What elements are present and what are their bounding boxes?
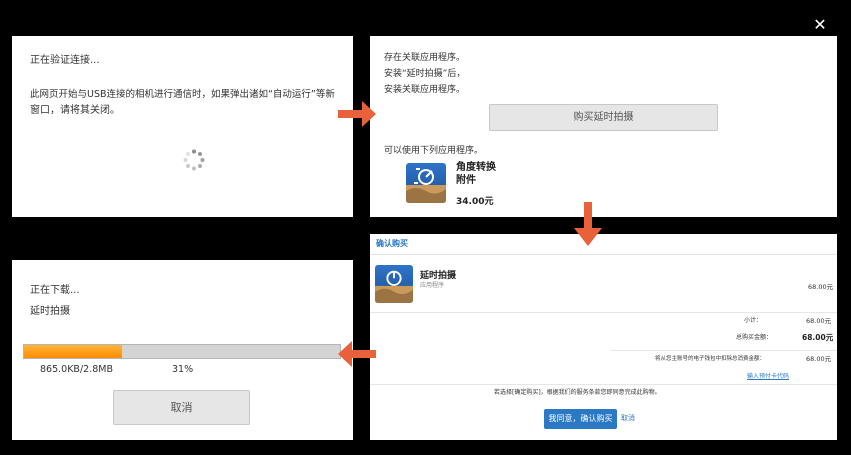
download-status: 正在下载... <box>30 285 80 296</box>
available-apps-label: 可以使用下列应用程序。 <box>384 146 484 156</box>
item-price: 68.00元 <box>808 283 834 291</box>
confirm-purchase-dialog: 确认购买 延时拍摄 应用程序 68.00元 小计： 68.00元 总购买金额： … <box>370 234 837 440</box>
arrow-down-icon <box>574 202 602 246</box>
close-icon[interactable]: ✕ <box>809 14 831 36</box>
verify-message-line1: 此网页开始与USB连接的相机进行通信时，如果弹出诸如“自动运行”等新 <box>30 89 335 100</box>
download-percent: 31% <box>172 364 194 375</box>
cancel-purchase-link[interactable]: 取消 <box>621 411 635 425</box>
verify-message-line2: 窗口，请将其关闭。 <box>30 105 120 116</box>
download-app-name: 延时拍摄 <box>30 306 70 317</box>
loading-spinner-icon <box>183 149 205 171</box>
related-line1: 存在关联应用程序。 <box>384 53 466 63</box>
divider <box>370 384 837 385</box>
wallet-deduct-value: 68.00元 <box>806 355 832 363</box>
arrow-right-icon <box>338 101 376 127</box>
app-price: 34.00元 <box>456 197 494 207</box>
download-size: 865.0KB/2.8MB <box>40 364 113 375</box>
prepaid-code-link[interactable]: 输入预付卡代码 <box>747 370 789 384</box>
app-name-line2: 附件 <box>456 175 476 186</box>
verify-connection-dialog: 正在验证连接... 此网页开始与USB连接的相机进行通信时，如果弹出诸如“自动运… <box>12 36 353 217</box>
confirm-purchase-button[interactable]: 我同意，确认购买 <box>544 409 617 429</box>
purchase-app-subtitle: 应用程序 <box>420 282 445 289</box>
divider <box>610 350 837 351</box>
subtotal-value: 68.00元 <box>806 317 832 325</box>
dialog-title-bar: ✕ <box>370 14 837 36</box>
download-dialog: 正在下载... 延时拍摄 865.0KB/2.8MB 31% 取消 <box>12 260 353 440</box>
agree-terms-text: 若选择[确定购买]，根据我们的服务条款您即同意完成此购物。 <box>494 389 661 396</box>
download-progress-fill <box>24 345 122 358</box>
divider <box>370 312 837 313</box>
arrow-left-icon <box>338 341 376 367</box>
app-name-line1: 角度转换 <box>456 162 496 173</box>
buy-timelapse-button[interactable]: 购买延时拍摄 <box>489 104 718 131</box>
angle-converter-app-icon[interactable] <box>406 163 446 203</box>
timelapse-app-icon <box>375 265 413 303</box>
confirm-purchase-title: 确认购买 <box>376 239 408 248</box>
total-value: 68.00元 <box>802 333 834 342</box>
total-label: 总购买金额： <box>736 334 773 341</box>
related-line2: 安装“延时拍摄”后， <box>384 69 466 79</box>
related-line3: 安装关联应用程序。 <box>384 85 466 95</box>
related-app-dialog: 存在关联应用程序。 安装“延时拍摄”后， 安装关联应用程序。 购买延时拍摄 可以… <box>370 36 837 217</box>
verify-title: 正在验证连接... <box>30 55 100 66</box>
wallet-deduct-label: 将从您主账号的电子钱包中扣除总消费金额： <box>655 356 766 362</box>
subtotal-label: 小计： <box>744 317 763 324</box>
cancel-download-button[interactable]: 取消 <box>113 390 250 425</box>
download-progress-bar <box>23 344 341 359</box>
